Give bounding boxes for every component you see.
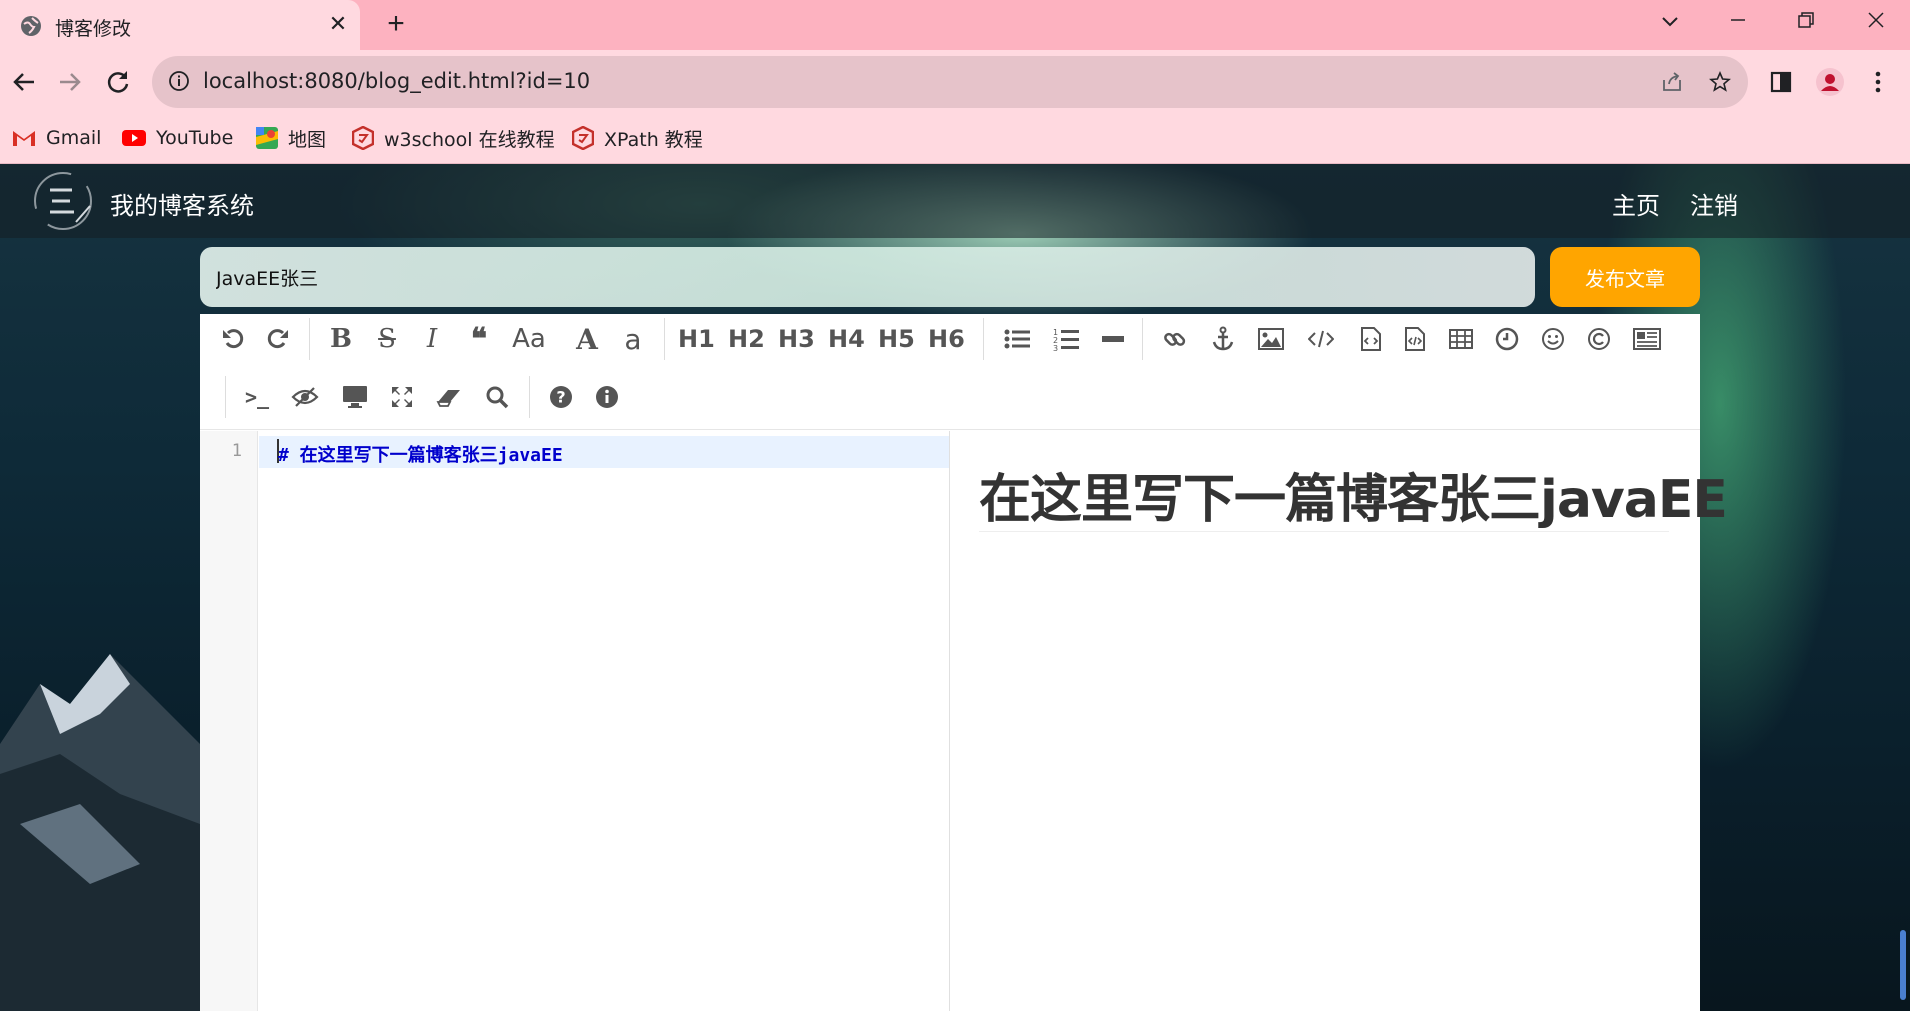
maps-icon bbox=[256, 127, 278, 149]
bookmark-xpath[interactable]: XPath 教程 bbox=[572, 124, 703, 152]
minimize-icon[interactable] bbox=[1718, 6, 1758, 36]
profile-avatar-icon[interactable] bbox=[1816, 68, 1844, 96]
reload-icon[interactable] bbox=[102, 66, 134, 98]
url-text[interactable]: localhost:8080/blog_edit.html?id=10 bbox=[203, 69, 590, 93]
code-icon[interactable] bbox=[1304, 322, 1338, 356]
w3school-icon bbox=[352, 126, 374, 150]
bookmark-label: YouTube bbox=[156, 127, 234, 149]
bookmark-youtube[interactable]: YouTube bbox=[122, 124, 233, 152]
tab-title: 博客修改 bbox=[55, 18, 132, 40]
uppercase-icon[interactable]: A bbox=[570, 322, 604, 356]
site-logo-icon bbox=[34, 172, 92, 230]
line-number-gutter: 1 bbox=[200, 431, 258, 1011]
toolbar-divider bbox=[1142, 318, 1143, 360]
unordered-list-icon[interactable] bbox=[1000, 322, 1034, 356]
nav-home-link[interactable]: 主页 bbox=[1612, 186, 1660, 221]
link-icon[interactable] bbox=[1158, 322, 1192, 356]
heading-1-button[interactable]: H1 bbox=[678, 322, 715, 356]
page-scrollbar-thumb[interactable] bbox=[1900, 930, 1906, 1000]
toolbar-divider bbox=[225, 376, 226, 418]
hide-preview-icon[interactable] bbox=[288, 380, 322, 414]
datetime-icon[interactable] bbox=[1490, 322, 1524, 356]
site-title: 我的博客系统 bbox=[110, 192, 254, 220]
site-info-icon[interactable] bbox=[168, 70, 190, 92]
browser-tab[interactable]: 博客修改 ✕ bbox=[0, 0, 360, 50]
youtube-icon bbox=[122, 130, 146, 146]
bookmark-label: w3school 在线教程 bbox=[384, 128, 555, 151]
preview-monitor-icon[interactable] bbox=[338, 380, 372, 414]
bold-icon[interactable]: B bbox=[324, 322, 358, 356]
copyright-icon[interactable] bbox=[1582, 322, 1616, 356]
publish-button[interactable]: 发布文章 bbox=[1550, 247, 1700, 307]
anchor-icon[interactable] bbox=[1206, 322, 1240, 356]
preview-heading: 在这里写下一篇博客张三javaEE bbox=[979, 470, 1728, 530]
info-icon[interactable] bbox=[590, 380, 624, 414]
svg-text:?: ? bbox=[556, 388, 565, 407]
line-number: 1 bbox=[231, 441, 242, 461]
bookmark-label: XPath 教程 bbox=[604, 128, 703, 151]
markdown-preview-pane: 在这里写下一篇博客张三javaEE bbox=[951, 431, 1728, 1011]
bookmark-star-icon[interactable] bbox=[1708, 70, 1732, 94]
strikethrough-icon[interactable]: S bbox=[370, 322, 404, 356]
code-block-icon[interactable] bbox=[1398, 322, 1432, 356]
heading-5-button[interactable]: H5 bbox=[878, 322, 915, 356]
page-background: 我的博客系统 主页 注销 发布文章 B S I ❝ Aa A a H1 H2 H… bbox=[0, 164, 1910, 1011]
heading-4-button[interactable]: H4 bbox=[828, 322, 865, 356]
toolbar-divider bbox=[983, 318, 984, 360]
more-menu-icon[interactable] bbox=[1864, 68, 1892, 96]
heading-6-button[interactable]: H6 bbox=[928, 322, 965, 356]
close-tab-icon[interactable]: ✕ bbox=[326, 12, 350, 36]
uppercase-first-icon[interactable]: Aa bbox=[512, 322, 546, 356]
heading-underline bbox=[979, 531, 1669, 532]
bookmark-label: 地图 bbox=[288, 128, 327, 151]
ordered-list-icon[interactable]: 123 bbox=[1049, 322, 1083, 356]
new-tab-button[interactable]: + bbox=[381, 9, 411, 40]
code-file-icon[interactable] bbox=[1354, 322, 1388, 356]
terminal-icon[interactable]: >_ bbox=[240, 380, 274, 414]
markdown-source-pane[interactable]: 1 # 在这里写下一篇博客张三javaEE bbox=[200, 431, 950, 1011]
fullscreen-icon[interactable] bbox=[385, 380, 419, 414]
heading-2-button[interactable]: H2 bbox=[728, 322, 765, 356]
site-navbar: 我的博客系统 主页 注销 bbox=[0, 164, 1910, 238]
toolbar-divider bbox=[664, 318, 665, 360]
share-icon[interactable] bbox=[1660, 70, 1684, 94]
nav-logout-link[interactable]: 注销 bbox=[1690, 186, 1738, 221]
lowercase-icon[interactable]: a bbox=[616, 322, 650, 356]
tab-search-icon[interactable] bbox=[1650, 6, 1690, 36]
horizontal-rule-icon[interactable] bbox=[1096, 322, 1130, 356]
italic-icon[interactable]: I bbox=[415, 322, 449, 356]
help-icon[interactable]: ? bbox=[544, 380, 578, 414]
search-icon[interactable] bbox=[480, 380, 514, 414]
tab-strip: 博客修改 ✕ + bbox=[0, 0, 1910, 50]
emoji-icon[interactable] bbox=[1536, 322, 1570, 356]
bookmark-maps[interactable]: 地图 bbox=[256, 124, 326, 152]
restore-icon[interactable] bbox=[1786, 6, 1826, 36]
image-icon[interactable] bbox=[1254, 322, 1288, 356]
w3school-icon bbox=[572, 126, 594, 150]
redo-icon[interactable] bbox=[261, 322, 295, 356]
toolbar-divider bbox=[529, 376, 530, 418]
back-arrow-icon[interactable] bbox=[8, 66, 40, 98]
bookmark-gmail[interactable]: Gmail bbox=[12, 124, 101, 152]
side-panel-icon[interactable] bbox=[1767, 68, 1795, 96]
editor-toolbar: B S I ❝ Aa A a H1 H2 H3 H4 H5 H6 123 >_ … bbox=[200, 314, 1700, 430]
forward-arrow-icon[interactable] bbox=[54, 66, 86, 98]
markdown-editor: B S I ❝ Aa A a H1 H2 H3 H4 H5 H6 123 >_ … bbox=[200, 314, 1728, 1011]
table-icon[interactable] bbox=[1444, 322, 1478, 356]
heading-3-button[interactable]: H3 bbox=[778, 322, 815, 356]
undo-icon[interactable] bbox=[216, 322, 250, 356]
gmail-icon bbox=[13, 131, 35, 146]
svg-text:3: 3 bbox=[1053, 344, 1058, 351]
markdown-line[interactable]: # 在这里写下一篇博客张三javaEE bbox=[278, 441, 563, 467]
eraser-icon[interactable] bbox=[432, 380, 466, 414]
close-window-icon[interactable] bbox=[1856, 6, 1896, 36]
bookmark-label: Gmail bbox=[46, 127, 102, 149]
page-break-icon[interactable] bbox=[1630, 322, 1664, 356]
bookmark-w3school[interactable]: w3school 在线教程 bbox=[352, 124, 555, 152]
quote-icon[interactable]: ❝ bbox=[462, 322, 496, 357]
toolbar-divider bbox=[309, 318, 310, 360]
mountain-background-image bbox=[0, 654, 200, 1011]
article-title-input[interactable] bbox=[200, 247, 1535, 307]
globe-icon bbox=[21, 16, 41, 36]
